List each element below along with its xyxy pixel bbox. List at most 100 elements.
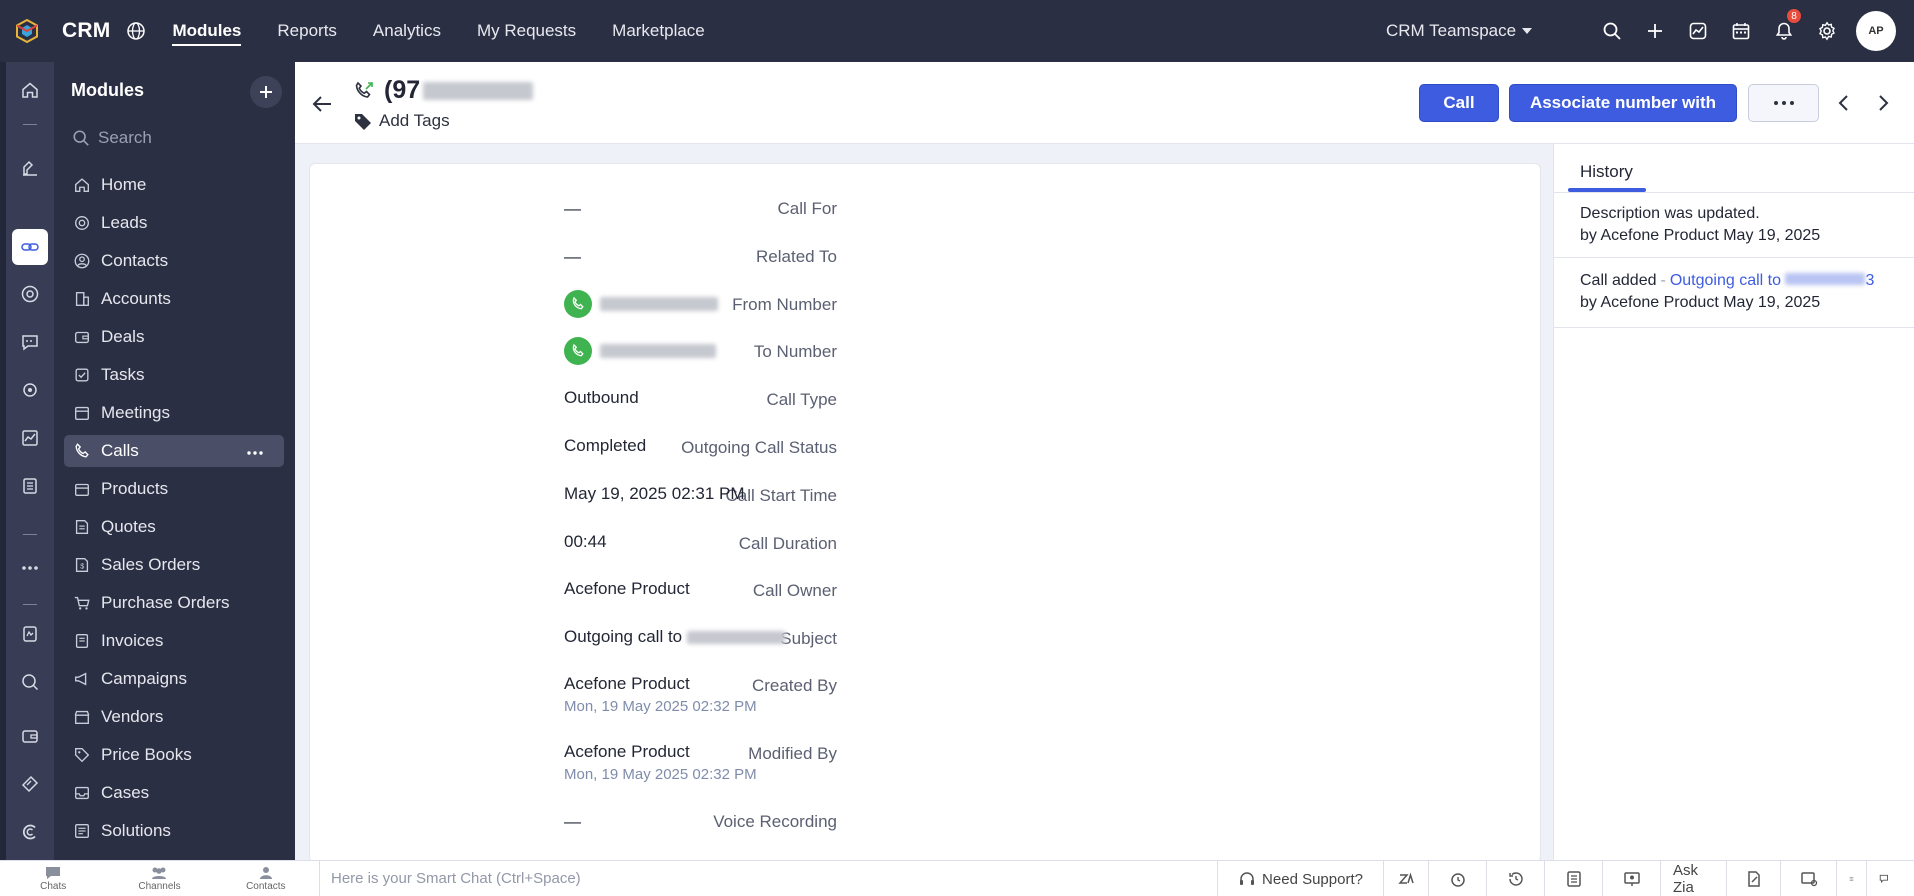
caret-down-icon bbox=[1522, 28, 1533, 34]
nav-modules[interactable]: Modules bbox=[172, 0, 241, 62]
gear-icon[interactable] bbox=[1805, 0, 1848, 62]
integrations-rail-icon[interactable] bbox=[12, 229, 48, 265]
activity-chart-icon[interactable] bbox=[1676, 0, 1719, 62]
cart-icon bbox=[74, 596, 90, 610]
zia-icon[interactable] bbox=[1383, 861, 1428, 896]
notification-bell-icon[interactable]: 8 bbox=[1762, 0, 1805, 62]
chat-settings-icon[interactable] bbox=[1866, 861, 1902, 896]
documents-rail-icon[interactable] bbox=[12, 468, 48, 504]
brand-name[interactable]: CRM bbox=[62, 19, 110, 43]
tab-history[interactable]: History bbox=[1580, 162, 1633, 182]
more-options-icon[interactable] bbox=[246, 444, 264, 462]
history-entry-date: May 19, 2025 bbox=[1723, 294, 1821, 311]
field-value[interactable]: Acefone Product bbox=[564, 674, 690, 694]
sidebar-item-deals[interactable]: Deals bbox=[64, 321, 284, 353]
need-support-label: Need Support? bbox=[1262, 870, 1363, 888]
reports-rail-icon[interactable] bbox=[12, 420, 48, 456]
bottom-tools: Need Support? Ask Zia bbox=[1217, 861, 1902, 896]
sales-rail-icon[interactable] bbox=[12, 150, 48, 186]
tag-icon bbox=[355, 114, 371, 130]
sidebar-item-quotes[interactable]: Quotes bbox=[64, 511, 284, 543]
forms-rail-icon[interactable] bbox=[12, 616, 48, 652]
sidebar-search-input[interactable]: Search bbox=[72, 128, 152, 148]
tab-chats[interactable]: Chats bbox=[0, 861, 106, 896]
associate-number-button[interactable]: Associate number with bbox=[1509, 84, 1737, 122]
need-support-button[interactable]: Need Support? bbox=[1217, 861, 1383, 896]
group-icon bbox=[152, 867, 167, 879]
wallet-rail-icon[interactable] bbox=[12, 718, 48, 754]
history-entry-text: Description was updated. bbox=[1580, 205, 1760, 222]
more-apps-icon[interactable] bbox=[12, 550, 48, 586]
sidebar-item-products[interactable]: Products bbox=[64, 473, 284, 505]
add-module-button[interactable] bbox=[250, 76, 282, 108]
field-value[interactable]: Acefone Product bbox=[564, 579, 690, 599]
sidebar-item-leads[interactable]: Leads bbox=[64, 207, 284, 239]
smart-chat-input[interactable]: Here is your Smart Chat (Ctrl+Space) bbox=[331, 870, 581, 887]
subject-text: Outgoing call to bbox=[564, 627, 683, 646]
record-title-text: (97 bbox=[384, 76, 421, 104]
field-value: 00:44 bbox=[564, 532, 607, 551]
app-grid-icon[interactable] bbox=[1836, 861, 1866, 896]
field-label: Voice Recording bbox=[713, 812, 837, 831]
sidebar-item-label: Meetings bbox=[101, 403, 170, 422]
sidebar-item-invoices[interactable]: Invoices bbox=[64, 625, 284, 657]
tab-channels[interactable]: Channels bbox=[106, 861, 212, 896]
click-to-call-button[interactable] bbox=[564, 337, 592, 365]
field-label: To Number bbox=[753, 342, 837, 361]
alarm-clock-icon[interactable] bbox=[1428, 861, 1486, 896]
crm-logo-icon[interactable] bbox=[0, 0, 54, 62]
search-rail-icon[interactable] bbox=[12, 664, 48, 700]
sidebar-item-campaigns[interactable]: Campaigns bbox=[64, 663, 284, 695]
ticket-rail-icon[interactable] bbox=[12, 766, 48, 802]
sidebar-item-solutions[interactable]: Solutions bbox=[64, 815, 284, 847]
add-tags-button[interactable]: Add Tags bbox=[353, 111, 450, 131]
sidebar-item-price-books[interactable]: Price Books bbox=[64, 739, 284, 771]
edit-document-icon[interactable] bbox=[1726, 861, 1780, 896]
field-value: — bbox=[564, 199, 581, 218]
email-at-rail-icon[interactable] bbox=[12, 276, 48, 312]
more-actions-button[interactable] bbox=[1748, 84, 1819, 122]
click-to-call-button[interactable] bbox=[564, 290, 592, 318]
nav-reports[interactable]: Reports bbox=[277, 0, 337, 62]
field-value[interactable]: Acefone Product bbox=[564, 742, 690, 762]
nav-marketplace[interactable]: Marketplace bbox=[612, 0, 705, 62]
sidebar-item-accounts[interactable]: Accounts bbox=[64, 283, 284, 315]
sidebar-item-tasks[interactable]: Tasks bbox=[64, 359, 284, 391]
history-clock-icon[interactable] bbox=[1486, 861, 1544, 896]
redacted-from-number bbox=[600, 297, 718, 311]
c-logo-rail-icon[interactable] bbox=[12, 814, 48, 850]
presentation-icon[interactable] bbox=[1602, 861, 1660, 896]
call-button[interactable]: Call bbox=[1419, 84, 1499, 122]
nav-my-requests[interactable]: My Requests bbox=[477, 0, 576, 62]
puzzle-rail-icon[interactable] bbox=[12, 372, 48, 408]
headset-icon bbox=[1240, 872, 1255, 885]
sidebar-item-calls[interactable]: Calls bbox=[64, 435, 284, 467]
ask-zia-button[interactable]: Ask Zia bbox=[1660, 861, 1726, 896]
sidebar-item-purchase-orders[interactable]: Purchase Orders bbox=[64, 587, 284, 619]
next-record-icon[interactable] bbox=[1872, 92, 1894, 114]
plus-icon[interactable] bbox=[1633, 0, 1676, 62]
screen-settings-icon[interactable] bbox=[1780, 861, 1836, 896]
sidebar-item-sales-orders[interactable]: $ Sales Orders bbox=[64, 549, 284, 581]
sidebar-item-meetings[interactable]: Meetings bbox=[64, 397, 284, 429]
sidebar-item-vendors[interactable]: Vendors bbox=[64, 701, 284, 733]
chat-rail-icon[interactable] bbox=[12, 324, 48, 360]
avatar[interactable]: AP bbox=[1856, 11, 1896, 51]
notes-icon[interactable] bbox=[1544, 861, 1602, 896]
tab-contacts[interactable]: Contacts bbox=[213, 861, 319, 896]
previous-record-icon[interactable] bbox=[1833, 92, 1855, 114]
sidebar-item-home[interactable]: Home bbox=[64, 169, 284, 201]
calendar-icon[interactable] bbox=[1719, 0, 1762, 62]
back-arrow-icon[interactable] bbox=[310, 92, 334, 116]
globe-icon[interactable] bbox=[126, 21, 146, 41]
nav-analytics[interactable]: Analytics bbox=[373, 0, 441, 62]
sidebar-item-label: Sales Orders bbox=[101, 555, 201, 574]
history-entry-link[interactable]: Outgoing call to 3 bbox=[1670, 272, 1875, 289]
sidebar-item-label: Invoices bbox=[101, 631, 164, 650]
tab-label: Channels bbox=[138, 880, 181, 892]
search-icon[interactable] bbox=[1590, 0, 1633, 62]
sidebar-item-contacts[interactable]: Contacts bbox=[64, 245, 284, 277]
sidebar-item-cases[interactable]: Cases bbox=[64, 777, 284, 809]
teamspace-selector[interactable]: CRM Teamspace bbox=[1386, 0, 1533, 62]
home-rail-icon[interactable] bbox=[12, 72, 48, 108]
